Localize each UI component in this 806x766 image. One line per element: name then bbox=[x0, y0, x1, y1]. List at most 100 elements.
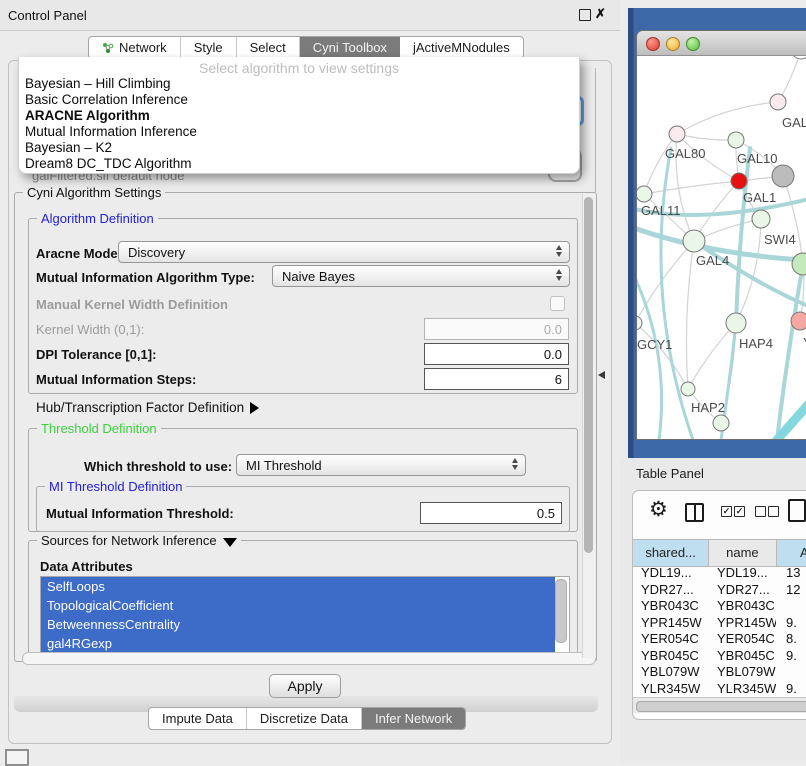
network-node-GAL11[interactable] bbox=[637, 186, 652, 202]
network-edge[interactable] bbox=[686, 241, 694, 389]
algorithm-option[interactable]: Mutual Information Inference bbox=[21, 124, 577, 140]
sources-toggle[interactable]: Sources for Network Inference bbox=[37, 533, 241, 548]
tab-network[interactable]: Network bbox=[89, 37, 181, 58]
kernel-width-label: Kernel Width (0,1): bbox=[36, 322, 144, 337]
attribute-item[interactable]: BetweennessCentrality bbox=[41, 615, 555, 634]
apply-button[interactable]: Apply bbox=[269, 674, 341, 698]
attribute-item[interactable]: gal4RGexp bbox=[41, 634, 555, 653]
network-node-white[interactable] bbox=[791, 56, 806, 59]
network-node-SWI4[interactable] bbox=[752, 210, 770, 228]
sources-title: Sources for Network Inference bbox=[41, 533, 217, 548]
document-icon[interactable] bbox=[788, 499, 806, 522]
table-scrollbar-thumb[interactable] bbox=[636, 701, 806, 712]
column-header[interactable]: shared... bbox=[633, 540, 709, 566]
table-row[interactable]: YBR045CYBR045C9. bbox=[633, 648, 806, 665]
network-node-HAP2[interactable] bbox=[681, 382, 695, 396]
mi-type-combo[interactable]: Naive Bayes bbox=[272, 265, 570, 287]
checked-pair-icon[interactable]: ✓ bbox=[721, 506, 732, 517]
minimized-window-icon[interactable] bbox=[5, 749, 29, 766]
dpi-tolerance-field[interactable]: 0.0 bbox=[424, 343, 569, 365]
control-tabbar: NetworkStyleSelectCyni ToolboxjActiveMNo… bbox=[88, 36, 524, 59]
tab-style[interactable]: Style bbox=[181, 37, 237, 58]
node-label: GAL80 bbox=[665, 146, 705, 161]
column-header[interactable]: name bbox=[709, 540, 776, 566]
table-row[interactable]: YBL079WYBL079W bbox=[633, 664, 806, 681]
data-attributes-list[interactable]: SelfLoopsTopologicalCoefficientBetweenne… bbox=[40, 576, 570, 659]
close-icon[interactable]: ✗ bbox=[595, 6, 606, 22]
attribute-item[interactable]: SelfLoops bbox=[41, 577, 555, 596]
network-node-GAL80[interactable] bbox=[669, 126, 685, 142]
network-node-GAL10[interactable] bbox=[728, 132, 744, 148]
node-label: GAL1 bbox=[743, 190, 776, 205]
which-threshold-value: MI Threshold bbox=[246, 458, 322, 473]
attributes-scrollbar[interactable] bbox=[555, 579, 567, 643]
tab-discretize-data[interactable]: Discretize Data bbox=[247, 708, 362, 729]
table-cell: 8. bbox=[776, 631, 806, 648]
table-row[interactable]: YBR043CYBR043C bbox=[633, 598, 806, 615]
network-node-GAL[interactable] bbox=[770, 94, 786, 110]
tab-impute-data[interactable]: Impute Data bbox=[149, 708, 247, 729]
algorithm-option[interactable]: ARACNE Algorithm bbox=[21, 108, 577, 124]
data-attributes-label: Data Attributes bbox=[40, 559, 133, 574]
zoom-traffic-light-icon[interactable] bbox=[686, 37, 700, 51]
attribute-item[interactable]: TopologicalCoefficient bbox=[41, 596, 555, 615]
network-canvas-svg[interactable]: GALGAL80GAL10GAL1GAL11GAL4SWI4GCY1HAP4YH… bbox=[637, 56, 806, 439]
tab-cyni-toolbox[interactable]: Cyni Toolbox bbox=[300, 37, 400, 58]
mi-threshold-field[interactable]: 0.5 bbox=[420, 502, 562, 524]
close-traffic-light-icon[interactable] bbox=[646, 37, 660, 51]
algorithm-option[interactable]: Dream8 DC_TDC Algorithm bbox=[21, 156, 577, 172]
network-node-green2[interactable] bbox=[792, 253, 806, 275]
table-horizontal-scrollbar[interactable] bbox=[633, 697, 806, 713]
table-cell bbox=[776, 664, 806, 681]
network-node-gray[interactable] bbox=[772, 165, 794, 187]
settings-horizontal-scrollbar[interactable] bbox=[22, 652, 596, 665]
network-edge[interactable] bbox=[644, 134, 677, 194]
float-window-icon[interactable] bbox=[579, 9, 591, 21]
network-node-GAL1[interactable] bbox=[731, 173, 747, 189]
table-cell: YPR145W bbox=[709, 615, 776, 632]
column-header[interactable]: A bbox=[777, 540, 806, 566]
aracne-mode-combo[interactable]: Discovery bbox=[118, 241, 570, 263]
network-window[interactable]: GALGAL80GAL10GAL1GAL11GAL4SWI4GCY1HAP4YH… bbox=[636, 30, 806, 440]
minimize-traffic-light-icon[interactable] bbox=[666, 37, 680, 51]
manual-kernel-checkbox[interactable] bbox=[550, 296, 565, 311]
table-row[interactable]: YDR27...YDR27...12 bbox=[633, 582, 806, 599]
which-threshold-label: Which threshold to use: bbox=[84, 459, 232, 474]
checked-pair-icon[interactable]: ✓ bbox=[734, 506, 745, 517]
table-row[interactable]: YLR345WYLR345W9. bbox=[633, 681, 806, 698]
algorithm-option[interactable]: Bayesian – Hill Climbing bbox=[21, 76, 577, 92]
mi-threshold-group-title: MI Threshold Definition bbox=[45, 479, 186, 494]
stepper-icon bbox=[512, 458, 518, 470]
table-row[interactable]: YPR145WYPR145W9. bbox=[633, 615, 806, 632]
gear-icon[interactable]: ⚙ bbox=[649, 497, 668, 522]
unchecked-pair-icon[interactable] bbox=[768, 506, 779, 517]
network-node-GAL4[interactable] bbox=[683, 230, 705, 252]
tab-select[interactable]: Select bbox=[237, 37, 300, 58]
settings-scrollbar-thumb[interactable] bbox=[584, 197, 593, 553]
mi-steps-field[interactable]: 6 bbox=[424, 368, 569, 390]
hub-definition-toggle[interactable]: Hub/Transcription Factor Definition bbox=[36, 400, 259, 415]
table-cell: YBR045C bbox=[709, 648, 776, 665]
network-window-titlebar[interactable] bbox=[637, 31, 806, 56]
network-edge[interactable] bbox=[783, 176, 803, 264]
network-edge[interactable] bbox=[637, 241, 694, 323]
algorithm-option[interactable]: Basic Correlation Inference bbox=[21, 92, 577, 108]
kernel-width-field[interactable]: 0.0 bbox=[424, 318, 569, 340]
unchecked-pair-icon[interactable] bbox=[755, 506, 766, 517]
table-row[interactable]: YER054CYER054C8. bbox=[633, 631, 806, 648]
network-node-HAP4[interactable] bbox=[726, 313, 746, 333]
which-threshold-combo[interactable]: MI Threshold bbox=[236, 454, 526, 476]
network-edge[interactable] bbox=[677, 134, 736, 140]
network-edge-highlighted[interactable] bbox=[694, 241, 806, 311]
split-columns-icon[interactable] bbox=[685, 503, 704, 522]
network-edge[interactable] bbox=[637, 323, 688, 389]
network-node-green[interactable] bbox=[713, 415, 729, 431]
algorithm-option[interactable]: Bayesian – K2 bbox=[21, 140, 577, 156]
table-cell: 9. bbox=[776, 615, 806, 632]
network-edge[interactable] bbox=[644, 181, 739, 194]
tab-jactivemnodules[interactable]: jActiveMNodules bbox=[400, 37, 523, 58]
network-node-Y[interactable] bbox=[791, 312, 806, 330]
tab-infer-network[interactable]: Infer Network bbox=[362, 708, 465, 729]
table-row[interactable]: YDL19...YDL19...13 bbox=[633, 565, 806, 582]
network-edge[interactable] bbox=[677, 102, 778, 134]
